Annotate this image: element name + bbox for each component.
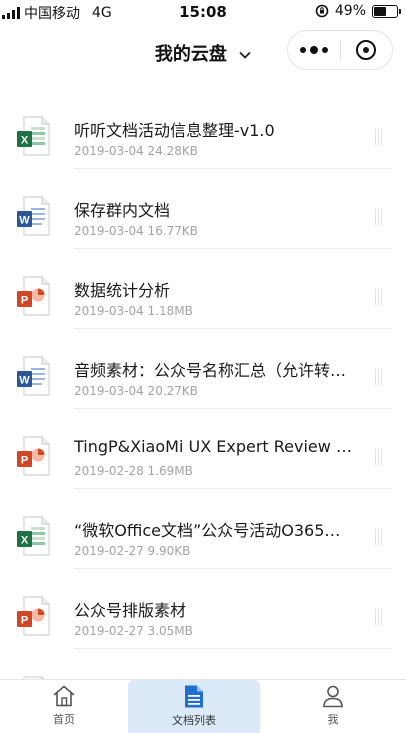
document-list-item[interactable]: X “微软Office文档”公众号活动O365体验 2019-02-27 9.90K…	[0, 489, 406, 569]
ppt-file-icon: P	[16, 436, 50, 476]
tab-bar: 首页 文档列表 我	[0, 679, 406, 733]
document-list-item[interactable]: W推广方案2019-02-27 2.34MB	[0, 649, 406, 679]
file-meta: 2019-03-04 16.77KB	[74, 224, 199, 238]
document-list-icon	[185, 685, 203, 708]
svg-text:X: X	[21, 135, 29, 147]
svg-text:X: X	[21, 535, 29, 547]
document-list-item[interactable]: W 音频素材：公众号名称汇总（允许转载） 2019-03-04 20.27KB	[0, 329, 406, 409]
file-meta: 2019-03-04 1.18MB	[74, 304, 193, 318]
tab-label: 我	[327, 713, 339, 726]
ppt-file-icon: P	[16, 596, 50, 636]
drag-handle-icon[interactable]	[375, 369, 382, 385]
svg-text:W: W	[19, 375, 30, 387]
file-name: 公众号排版素材	[74, 601, 187, 620]
svg-text:P: P	[21, 455, 28, 467]
ppt-file-icon: P	[16, 276, 50, 316]
status-right: 49%	[315, 3, 401, 19]
document-list-item[interactable]: P TingP&XiaoMi UX Expert Review 2019 2019-…	[0, 409, 406, 489]
file-name: “微软Office文档”公众号活动O365体验	[74, 521, 354, 540]
home-icon	[53, 685, 75, 707]
file-meta: 2019-03-04 24.28KB	[74, 144, 199, 158]
page-title: 我的云盘	[154, 44, 227, 65]
more-dot-icon	[309, 46, 318, 54]
more-dot-icon	[299, 47, 306, 53]
word-file-icon: W	[16, 196, 50, 236]
svg-text:P: P	[21, 615, 28, 627]
rotation-lock-icon	[315, 4, 329, 18]
nav-bar: 我的云盘	[0, 26, 406, 76]
file-name: 保存群内文档	[74, 201, 171, 220]
svg-text:P: P	[21, 295, 28, 307]
mini-program-capsule	[287, 30, 393, 70]
tab-label: 文档列表	[172, 714, 216, 727]
drag-handle-icon[interactable]	[375, 529, 382, 545]
file-name: 音频素材：公众号名称汇总（允许转载）	[74, 361, 354, 380]
drag-handle-icon[interactable]	[375, 289, 382, 305]
excel-file-icon: X	[16, 516, 50, 556]
drag-handle-icon[interactable]	[375, 449, 382, 465]
document-list-item[interactable]: P 数据统计分析 2019-03-04 1.18MB	[0, 249, 406, 329]
tab-label: 首页	[53, 713, 75, 726]
battery-percent: 49%	[334, 3, 366, 19]
document-list-item[interactable]: P 公众号排版素材 2019-02-27 3.05MB	[0, 569, 406, 649]
status-bar: 中国移动 4G 15:08 49%	[0, 0, 406, 26]
chevron-down-icon	[239, 51, 251, 59]
word-file-icon: W	[16, 356, 50, 396]
close-target-icon	[356, 40, 377, 60]
drag-handle-icon[interactable]	[375, 609, 382, 625]
battery-icon	[372, 4, 401, 18]
close-button[interactable]	[341, 40, 393, 60]
file-meta: 2019-02-27 3.05MB	[74, 624, 193, 638]
drag-handle-icon[interactable]	[375, 129, 382, 145]
battery-fill	[374, 6, 386, 16]
file-name: 数据统计分析	[74, 281, 171, 300]
file-meta: 2019-03-04 20.27KB	[74, 384, 199, 398]
file-name: TingP&XiaoMi UX Expert Review 2019	[74, 437, 354, 456]
file-name: 听听文档活动信息整理-v1.0	[74, 121, 275, 140]
document-list[interactable]: X 听听文档活动信息整理-v1.0 2019-03-04 24.28KB W 保存群内文…	[0, 89, 406, 679]
drag-handle-icon[interactable]	[375, 209, 382, 225]
more-dot-icon	[321, 47, 328, 53]
tab-me[interactable]: 我	[260, 680, 406, 733]
user-icon	[323, 685, 343, 708]
file-meta: 2019-02-27 9.90KB	[74, 544, 191, 558]
tab-home[interactable]: 首页	[0, 680, 128, 733]
more-button[interactable]	[288, 46, 340, 54]
svg-text:W: W	[19, 215, 30, 227]
file-meta: 2019-02-28 1.69MB	[74, 464, 193, 478]
tab-document-list[interactable]: 文档列表	[128, 680, 260, 733]
document-list-item[interactable]: W 保存群内文档 2019-03-04 16.77KB	[0, 169, 406, 249]
excel-file-icon: X	[16, 116, 50, 156]
document-list-item[interactable]: X 听听文档活动信息整理-v1.0 2019-03-04 24.28KB	[0, 89, 406, 169]
